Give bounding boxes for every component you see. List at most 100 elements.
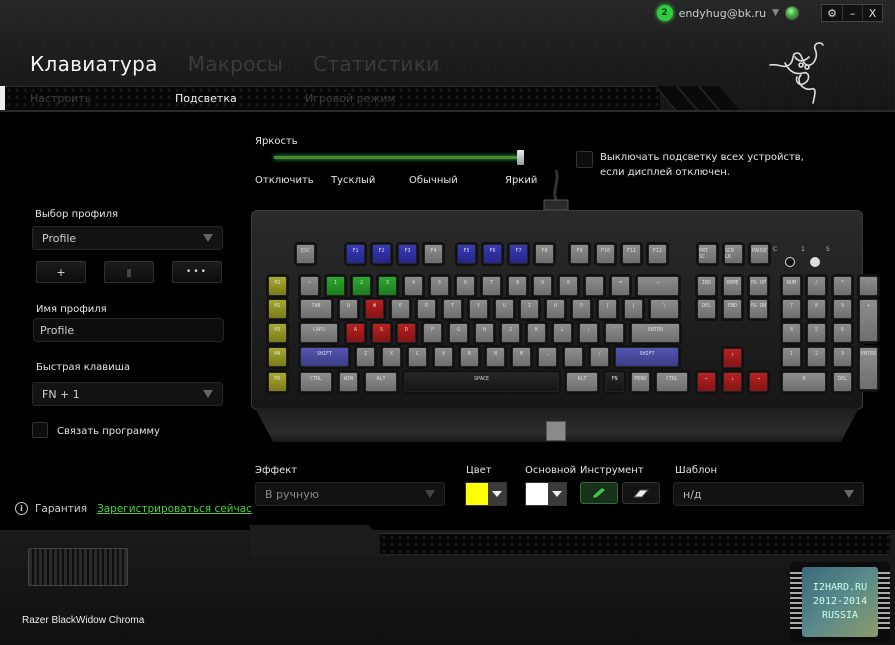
- key-CTRL[interactable]: CTRL: [300, 372, 332, 392]
- key-M5[interactable]: M5: [268, 372, 287, 392]
- key-M4[interactable]: M4: [268, 347, 287, 367]
- key-I[interactable]: I: [520, 299, 539, 319]
- key-6[interactable]: 6: [833, 323, 852, 343]
- key-NUM[interactable]: NUM: [782, 276, 801, 296]
- key-F7[interactable]: F7: [509, 244, 528, 264]
- key-O[interactable]: O: [546, 299, 565, 319]
- delete-profile-button[interactable]: ▮: [104, 261, 154, 283]
- key-N[interactable]: N: [486, 347, 505, 367]
- key-G[interactable]: G: [449, 323, 468, 343]
- key-INS[interactable]: INS: [697, 276, 716, 296]
- effect-dropdown[interactable]: В ручную: [255, 482, 445, 506]
- key-SHIFT[interactable]: SHIFT: [615, 347, 679, 367]
- key-E[interactable]: E: [391, 299, 410, 319]
- settings-button[interactable]: ⚙: [822, 5, 842, 21]
- template-dropdown[interactable]: н/д: [673, 482, 864, 506]
- tab-macros[interactable]: Макросы: [188, 52, 283, 76]
- key-Q[interactable]: Q: [339, 299, 358, 319]
- key-7[interactable]: 7: [482, 276, 501, 296]
- key-9[interactable]: 9: [533, 276, 552, 296]
- key-Y[interactable]: Y: [469, 299, 488, 319]
- tab-statistics[interactable]: Статистики: [313, 52, 439, 76]
- key-sym[interactable]: ↓: [723, 372, 742, 392]
- key-Z[interactable]: Z: [356, 347, 375, 367]
- key-sym[interactable]: ': [605, 323, 624, 343]
- subtab-customize[interactable]: Настроить: [30, 92, 91, 105]
- key-1[interactable]: 1: [782, 347, 801, 367]
- key-sym[interactable]: ↑: [723, 348, 742, 368]
- profile-dropdown[interactable]: Profile: [32, 226, 223, 250]
- key-U[interactable]: U: [495, 299, 514, 319]
- key-F5[interactable]: F5: [457, 244, 476, 264]
- key-V[interactable]: V: [434, 347, 453, 367]
- key-CAPS[interactable]: CAPS: [300, 323, 338, 343]
- hotkey-dropdown[interactable]: FN + 1: [32, 382, 223, 406]
- key-PRTSC[interactable]: PRT SC: [698, 244, 717, 264]
- key-TAB[interactable]: TAB: [300, 299, 332, 319]
- key-2[interactable]: 2: [352, 276, 371, 296]
- key-PGUP[interactable]: PG UP: [749, 276, 768, 296]
- account-dropdown-icon[interactable]: ▼: [772, 8, 779, 18]
- key-8[interactable]: 8: [508, 276, 527, 296]
- subtab-lighting[interactable]: Подсветка: [175, 92, 237, 105]
- key-P[interactable]: P: [572, 299, 591, 319]
- key-sym[interactable]: ]: [624, 299, 643, 319]
- profile-name-input[interactable]: Profile: [33, 318, 224, 342]
- device-thumbnail[interactable]: [28, 548, 128, 586]
- key-2[interactable]: 2: [807, 347, 826, 367]
- key-sym[interactable]: \: [650, 299, 679, 319]
- key-ESC[interactable]: ESC: [296, 244, 315, 264]
- key-SCRLK[interactable]: SCR LK: [724, 244, 743, 264]
- key-6[interactable]: 6: [456, 276, 475, 296]
- minimize-button[interactable]: –: [842, 5, 862, 21]
- key-D[interactable]: D: [397, 323, 416, 343]
- key-M[interactable]: M: [512, 347, 531, 367]
- key-sym[interactable]: -: [585, 276, 604, 296]
- key-F12[interactable]: F12: [648, 244, 667, 264]
- key-3[interactable]: 3: [833, 347, 852, 367]
- key-5[interactable]: 5: [430, 276, 449, 296]
- key-F4[interactable]: F4: [424, 244, 443, 264]
- key-X[interactable]: X: [382, 347, 401, 367]
- key-sym[interactable]: [: [598, 299, 617, 319]
- key-H[interactable]: H: [475, 323, 494, 343]
- key-4[interactable]: 4: [404, 276, 423, 296]
- key-L[interactable]: L: [553, 323, 572, 343]
- key-SHIFT[interactable]: SHIFT: [300, 347, 349, 367]
- key-sym[interactable]: →: [749, 372, 768, 392]
- key-B[interactable]: B: [460, 347, 479, 367]
- key-sym[interactable]: ←: [637, 276, 679, 296]
- key-M3[interactable]: M3: [268, 323, 287, 343]
- tab-keyboard[interactable]: Клавиатура: [30, 52, 158, 76]
- keyboard-logo-key[interactable]: [546, 421, 566, 441]
- brightness-slider-thumb[interactable]: [517, 150, 524, 165]
- key-W[interactable]: W: [365, 299, 384, 319]
- key-A[interactable]: A: [346, 323, 365, 343]
- key-PGDN[interactable]: PG DN: [749, 299, 768, 319]
- key-sym[interactable]: ←: [697, 372, 716, 392]
- key-sym[interactable]: .: [564, 347, 583, 367]
- subtab-gaming-mode[interactable]: Игровой режим: [305, 92, 396, 105]
- key-J[interactable]: J: [501, 323, 520, 343]
- key-S[interactable]: S: [372, 323, 391, 343]
- key-F6[interactable]: F6: [483, 244, 502, 264]
- key-HOME[interactable]: HOME: [723, 276, 742, 296]
- key-F10[interactable]: F10: [596, 244, 615, 264]
- key-M2[interactable]: M2: [268, 299, 287, 319]
- key-sym[interactable]: +: [859, 299, 878, 342]
- pencil-tool-button[interactable]: [580, 482, 618, 504]
- key-sym[interactable]: /: [807, 276, 826, 296]
- key-7[interactable]: 7: [782, 299, 801, 319]
- key-1[interactable]: 1: [326, 276, 345, 296]
- key-PAUSE[interactable]: PAUSE: [750, 244, 769, 264]
- brightness-slider-track[interactable]: [274, 156, 522, 159]
- key-sym[interactable]: ,: [538, 347, 557, 367]
- key-WIN[interactable]: WIN: [339, 372, 358, 392]
- key-sym[interactable]: -: [859, 276, 878, 296]
- key-MENU[interactable]: MENU: [631, 372, 650, 392]
- key-ENTER[interactable]: ENTER: [859, 347, 878, 390]
- register-now-link[interactable]: Зарегистрироваться сейчас: [97, 503, 252, 515]
- account-email[interactable]: endyhug@bk.ru: [679, 7, 767, 20]
- key-4[interactable]: 4: [782, 323, 801, 343]
- more-options-button[interactable]: •••: [172, 261, 222, 283]
